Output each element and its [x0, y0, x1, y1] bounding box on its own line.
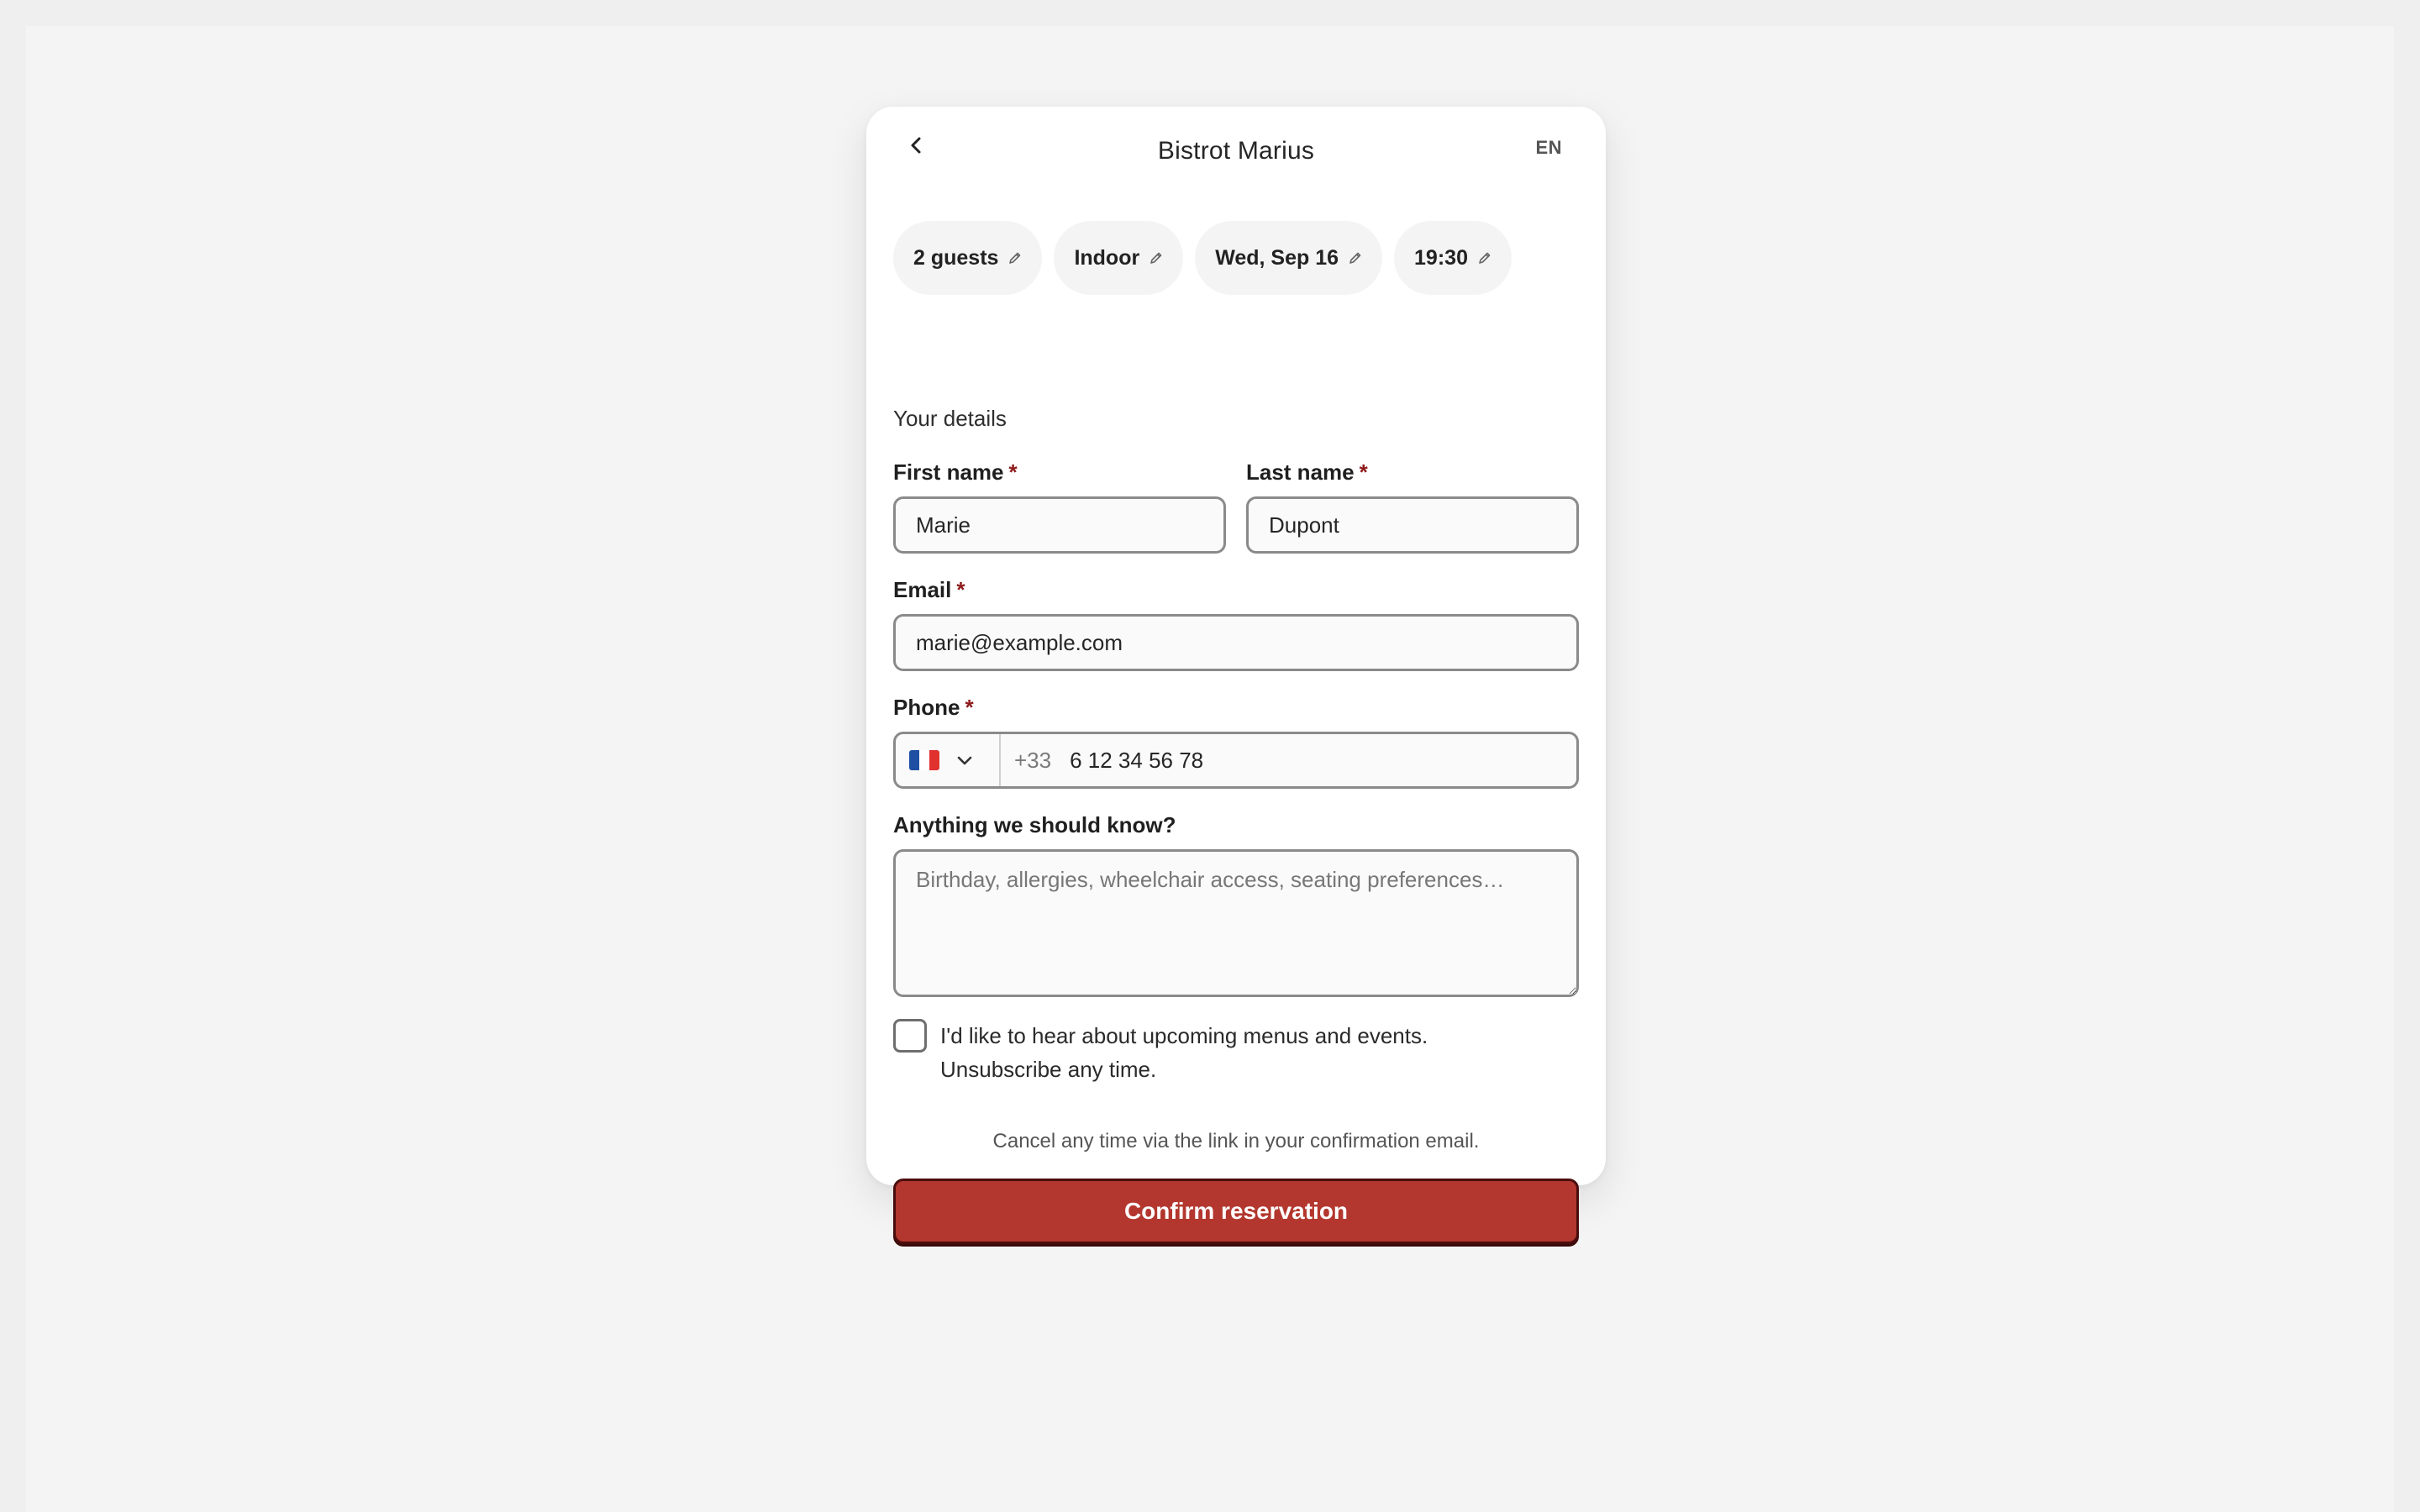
booking-summary-chips: 2 guests Indoor Wed, Sep 16 19:30: [893, 221, 1512, 295]
cancellation-note: Cancel any time via the link in your con…: [992, 1130, 1480, 1152]
chip-label: Wed, Sep 16: [1215, 245, 1339, 270]
pencil-icon: [1479, 252, 1491, 264]
chip-label: 19:30: [1414, 245, 1468, 270]
page-background: Bistrot Marius EN 2 guests Indoor Wed, S…: [26, 26, 2394, 1512]
time-chip[interactable]: 19:30: [1394, 221, 1512, 295]
newsletter-checkbox[interactable]: [893, 1019, 927, 1053]
required-marker: *: [1359, 459, 1368, 485]
phone-label-text: Phone: [893, 695, 960, 720]
language-selector[interactable]: EN: [1535, 137, 1562, 159]
section-title: Your details: [893, 406, 1007, 431]
guests-chip[interactable]: 2 guests: [893, 221, 1043, 295]
confirm-reservation-button[interactable]: Confirm reservation: [893, 1179, 1579, 1244]
email-label: Email *: [893, 577, 965, 603]
phone-number-input[interactable]: [1070, 734, 1576, 786]
first-name-label: First name *: [893, 459, 1018, 486]
chevron-down-icon: [957, 756, 972, 765]
required-marker: *: [1008, 459, 1018, 485]
date-chip[interactable]: Wed, Sep 16: [1195, 221, 1383, 295]
page-title: Bistrot Marius: [1157, 137, 1315, 165]
country-code-select[interactable]: [896, 734, 1001, 786]
last-name-label: Last name *: [1246, 459, 1368, 486]
chip-label: 2 guests: [913, 245, 999, 270]
pencil-icon: [1009, 252, 1021, 264]
required-marker: *: [965, 695, 974, 720]
dial-code: +33: [1014, 747, 1052, 773]
pencil-icon: [1150, 252, 1162, 264]
phone-field: +33: [893, 732, 1579, 789]
first-name-field[interactable]: [893, 496, 1226, 554]
notes-label: Anything we should know?: [893, 812, 1176, 837]
france-flag-icon: [909, 750, 939, 770]
newsletter-consent-label: I'd like to hear about upcoming menus an…: [940, 1023, 1428, 1082]
reservation-card: Bistrot Marius EN 2 guests Indoor Wed, S…: [866, 107, 1606, 1244]
chip-label: Indoor: [1074, 245, 1140, 270]
seating-chip[interactable]: Indoor: [1054, 221, 1184, 295]
phone-label: Phone *: [893, 695, 974, 721]
last-name-field[interactable]: [1246, 496, 1579, 554]
email-field[interactable]: [893, 614, 1579, 671]
pencil-icon: [1349, 252, 1361, 264]
last-name-label-text: Last name: [1246, 459, 1355, 485]
email-label-text: Email: [893, 577, 952, 602]
first-name-label-text: First name: [893, 459, 1004, 485]
special-requests-textarea[interactable]: [893, 849, 1579, 997]
required-marker: *: [956, 577, 965, 602]
